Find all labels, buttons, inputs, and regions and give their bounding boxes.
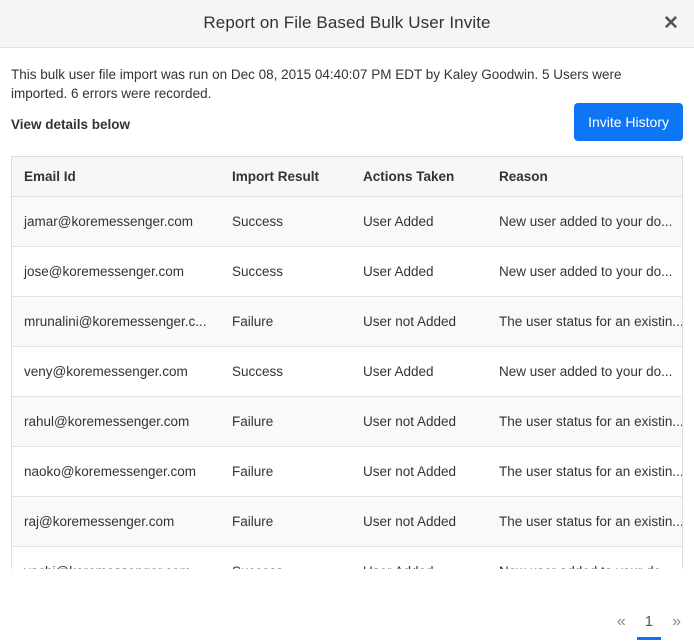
- close-icon[interactable]: ✕: [660, 13, 682, 35]
- cell-email-id: jamar@koremessenger.com: [12, 197, 220, 247]
- cell-import-result: Success: [220, 347, 351, 397]
- column-header-actions-taken[interactable]: Actions Taken: [351, 157, 487, 197]
- table-row[interactable]: raj@koremessenger.comFailureUser not Add…: [12, 497, 682, 547]
- view-details-label: View details below: [11, 117, 130, 132]
- cell-reason: The user status for an existin...: [487, 297, 682, 347]
- cell-import-result: Success: [220, 547, 351, 570]
- cell-email-id: rahul@koremessenger.com: [12, 397, 220, 447]
- report-table-container[interactable]: Email Id Import Result Actions Taken Rea…: [11, 156, 683, 569]
- report-table-head: Email Id Import Result Actions Taken Rea…: [12, 157, 682, 197]
- cell-reason: New user added to your do...: [487, 347, 682, 397]
- cell-import-result: Success: [220, 247, 351, 297]
- modal-body: This bulk user file import was run on De…: [0, 48, 694, 569]
- pagination-last-icon[interactable]: »: [670, 612, 683, 632]
- pagination-active-indicator: [637, 637, 661, 640]
- cell-import-result: Success: [220, 197, 351, 247]
- details-action-row: View details below Invite History: [11, 103, 683, 156]
- report-table-body: jamar@koremessenger.comSuccessUser Added…: [12, 197, 682, 570]
- modal-header: Report on File Based Bulk User Invite ✕: [0, 0, 694, 48]
- pagination-page-number: 1: [645, 613, 653, 630]
- page-title: Report on File Based Bulk User Invite: [0, 13, 694, 33]
- cell-actions-taken: User Added: [351, 197, 487, 247]
- table-row[interactable]: jose@koremessenger.comSuccessUser AddedN…: [12, 247, 682, 297]
- cell-actions-taken: User Added: [351, 547, 487, 570]
- cell-actions-taken: User not Added: [351, 447, 487, 497]
- table-row[interactable]: jamar@koremessenger.comSuccessUser Added…: [12, 197, 682, 247]
- cell-actions-taken: User not Added: [351, 397, 487, 447]
- cell-email-id: veny@koremessenger.com: [12, 347, 220, 397]
- pagination-page-1[interactable]: 1: [639, 612, 659, 632]
- cell-import-result: Failure: [220, 397, 351, 447]
- report-table: Email Id Import Result Actions Taken Rea…: [12, 157, 682, 569]
- column-header-email-id[interactable]: Email Id: [12, 157, 220, 197]
- pagination: « 1 »: [615, 612, 683, 632]
- cell-import-result: Failure: [220, 447, 351, 497]
- cell-actions-taken: User Added: [351, 347, 487, 397]
- table-row[interactable]: yachi@koremessenger.comSuccessUser Added…: [12, 547, 682, 570]
- cell-email-id: raj@koremessenger.com: [12, 497, 220, 547]
- cell-actions-taken: User not Added: [351, 497, 487, 547]
- table-row[interactable]: mrunalini@koremessenger.c...FailureUser …: [12, 297, 682, 347]
- cell-import-result: Failure: [220, 297, 351, 347]
- cell-email-id: jose@koremessenger.com: [12, 247, 220, 297]
- invite-history-button[interactable]: Invite History: [574, 103, 683, 141]
- cell-reason: New user added to your do...: [487, 247, 682, 297]
- column-header-reason[interactable]: Reason: [487, 157, 682, 197]
- table-row[interactable]: naoko@koremessenger.comFailureUser not A…: [12, 447, 682, 497]
- cell-actions-taken: User not Added: [351, 297, 487, 347]
- cell-import-result: Failure: [220, 497, 351, 547]
- cell-email-id: naoko@koremessenger.com: [12, 447, 220, 497]
- import-summary-text: This bulk user file import was run on De…: [11, 48, 636, 103]
- table-row[interactable]: veny@koremessenger.comSuccessUser AddedN…: [12, 347, 682, 397]
- cell-reason: The user status for an existin...: [487, 397, 682, 447]
- cell-reason: New user added to your do...: [487, 547, 682, 570]
- cell-email-id: mrunalini@koremessenger.c...: [12, 297, 220, 347]
- cell-reason: The user status for an existin...: [487, 447, 682, 497]
- column-header-import-result[interactable]: Import Result: [220, 157, 351, 197]
- table-row[interactable]: rahul@koremessenger.comFailureUser not A…: [12, 397, 682, 447]
- pagination-first-icon[interactable]: «: [615, 612, 628, 632]
- cell-reason: The user status for an existin...: [487, 497, 682, 547]
- cell-actions-taken: User Added: [351, 247, 487, 297]
- table-header-row: Email Id Import Result Actions Taken Rea…: [12, 157, 682, 197]
- cell-email-id: yachi@koremessenger.com: [12, 547, 220, 570]
- cell-reason: New user added to your do...: [487, 197, 682, 247]
